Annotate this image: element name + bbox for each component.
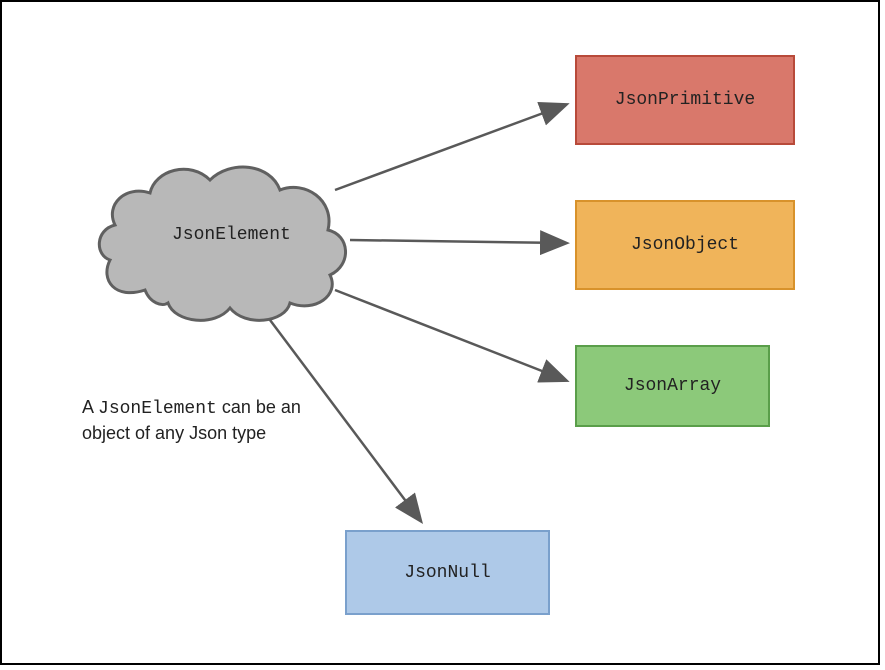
jsonprimitive-box: JsonPrimitive bbox=[575, 55, 795, 145]
jsonobject-label: JsonObject bbox=[631, 235, 739, 255]
jsonarray-label: JsonArray bbox=[624, 376, 721, 396]
jsonarray-box: JsonArray bbox=[575, 345, 770, 427]
caption-text: A JsonElement can be an object of any Js… bbox=[82, 395, 332, 446]
jsonobject-box: JsonObject bbox=[575, 200, 795, 290]
jsonnull-label: JsonNull bbox=[404, 563, 490, 583]
jsonprimitive-label: JsonPrimitive bbox=[615, 90, 755, 110]
caption-part-a: A bbox=[82, 397, 98, 417]
caption-mono: JsonElement bbox=[98, 399, 217, 419]
jsonnull-box: JsonNull bbox=[345, 530, 550, 615]
jsonelement-label: JsonElement bbox=[172, 225, 291, 245]
